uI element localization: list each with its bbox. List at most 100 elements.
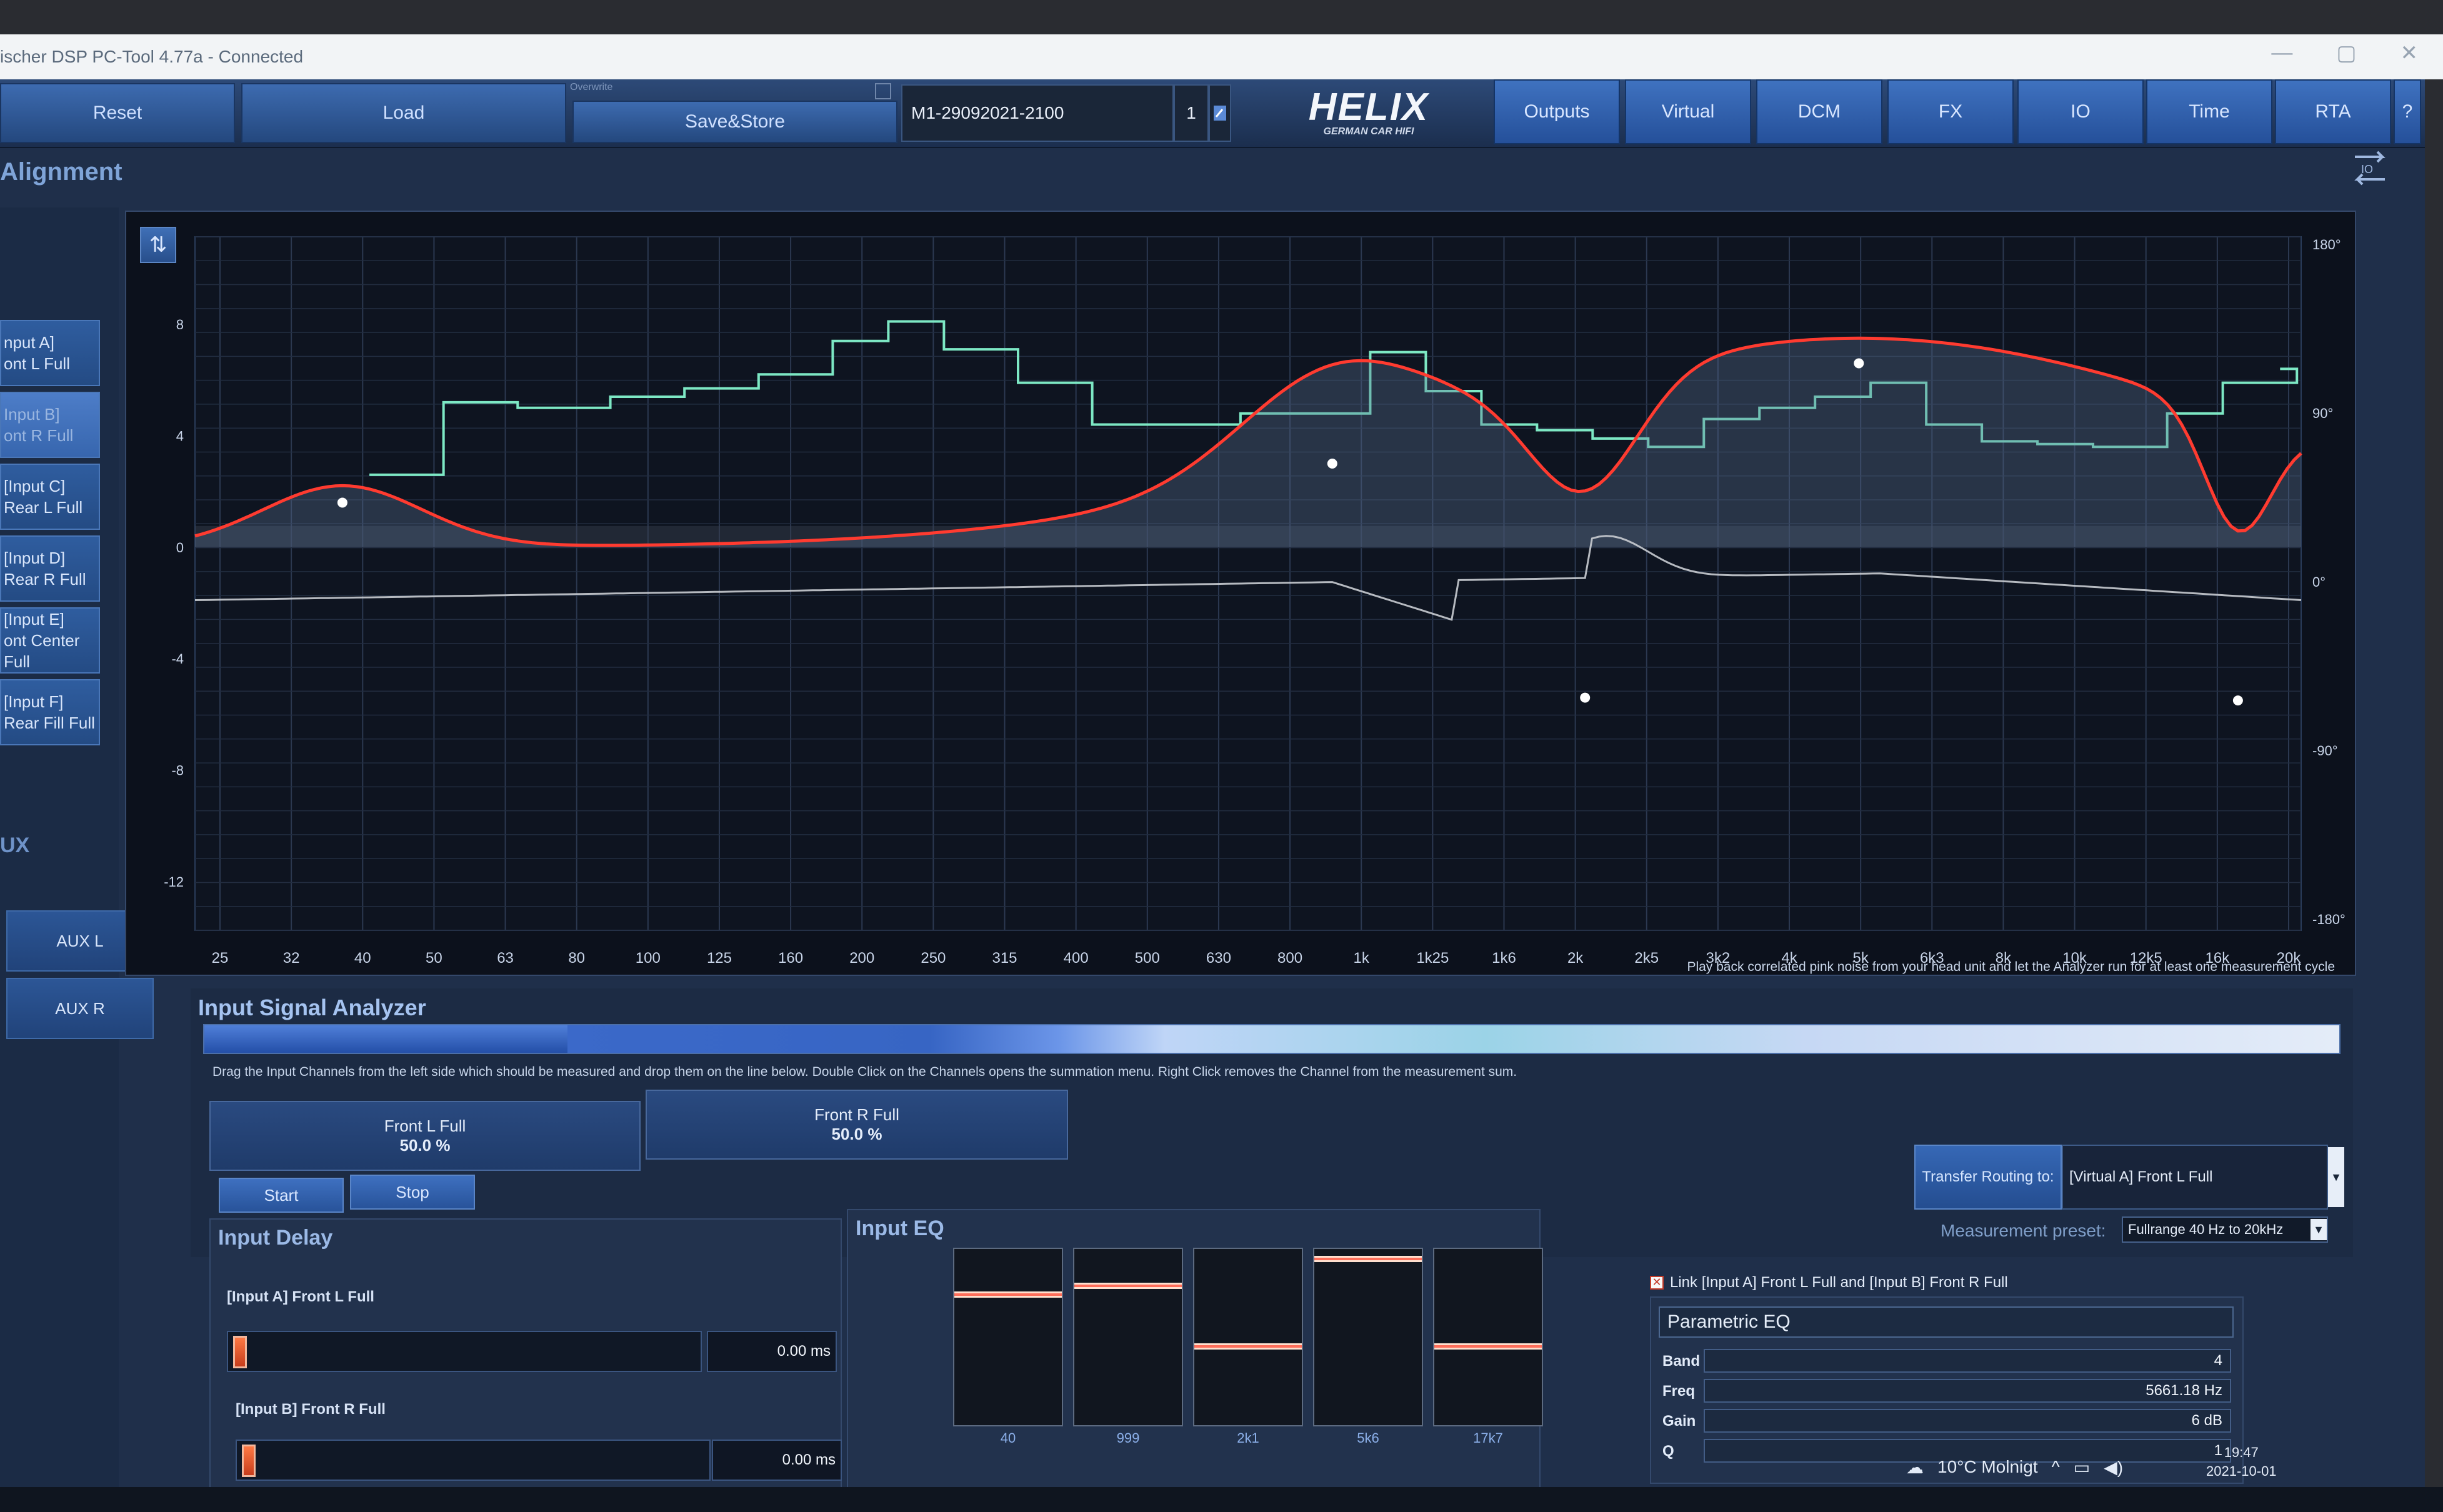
sidebar-input-e[interactable]: [Input E] ont Center Full (0, 607, 100, 674)
measurement-preset-select[interactable]: Fullrange 40 Hz to 20kHz (2122, 1216, 2328, 1243)
aux-header: UX (0, 833, 30, 857)
chevron-down-icon[interactable]: ▼ (2328, 1147, 2344, 1207)
help-button[interactable]: ? (2394, 79, 2421, 144)
input-b-name: Input B] (4, 405, 60, 424)
section-title: Alignment (0, 158, 122, 186)
nav-dcm[interactable]: DCM (1756, 79, 1882, 144)
delay-slider-input-b[interactable] (236, 1440, 711, 1481)
phase-tick-label: 180° (2312, 237, 2341, 252)
start-button[interactable]: Start (219, 1178, 344, 1213)
nav-outputs[interactable]: Outputs (1494, 79, 1620, 144)
x-tick-label: 800 (1277, 950, 1302, 967)
eq-band-fader[interactable] (1073, 1248, 1183, 1426)
eq-band-handle[interactable] (954, 1291, 1062, 1298)
y-tick-label: 8 (176, 317, 184, 332)
input-c-name: [Input C] (4, 477, 66, 495)
freq-label: Freq (1662, 1383, 1696, 1400)
measurement-preset-label: Measurement preset: (1941, 1221, 2106, 1240)
channel-name: Front L Full (384, 1117, 466, 1135)
freq-field[interactable]: 5661.18 Hz (1704, 1379, 2231, 1403)
sidebar-input-a[interactable]: nput A] ont L Full (0, 320, 100, 386)
nav-fx[interactable]: FX (1887, 79, 2014, 144)
logo-subtitle: GERMAN CAR HIFI (1323, 126, 1414, 137)
eq-band-handle[interactable] (1074, 1283, 1182, 1289)
analyzer-channel-front-r[interactable]: Front R Full 50.0 % (646, 1090, 1068, 1160)
input-f-name: [Input F] (4, 692, 64, 711)
input-delay-panel: Input Delay [Input A] Front L Full 0.00 … (209, 1218, 842, 1506)
minimize-icon[interactable]: — (2271, 41, 2292, 66)
input-e-channel: ont Center Full (4, 631, 80, 671)
nav-virtual[interactable]: Virtual (1625, 79, 1751, 144)
nav-time[interactable]: Time (2146, 79, 2272, 144)
window-titlebar: ischer DSP PC-Tool 4.77a - Connected — ▢… (0, 34, 2443, 79)
delay-value-input-a[interactable]: 0.00 ms (707, 1331, 837, 1372)
phase-tick-label: -90° (2312, 743, 2338, 758)
input-eq-panel: Input EQ 40 999 2k1 5k6 17k7 (847, 1209, 1543, 1506)
stop-button[interactable]: Stop (350, 1175, 475, 1210)
eq-band-fader[interactable] (953, 1248, 1063, 1426)
slider-thumb[interactable] (242, 1445, 256, 1477)
y-tick-label: -4 (171, 651, 184, 667)
slider-thumb[interactable] (233, 1336, 247, 1368)
x-tick-label: 80 (568, 950, 585, 967)
link-checkbox[interactable]: ✕ (1650, 1276, 1664, 1290)
delay-slider-input-a[interactable] (227, 1331, 702, 1372)
chevron-up-icon[interactable]: ^ (2052, 1457, 2060, 1477)
cloud-icon[interactable]: ☁ (1906, 1457, 1924, 1478)
network-icon[interactable]: ▭ (2074, 1457, 2090, 1478)
eq-band-handle[interactable] (1194, 1343, 1302, 1350)
io-routing-icon[interactable]: IO (2352, 149, 2387, 187)
x-tick-label: 1k25 (1416, 950, 1449, 967)
x-tick-label: 63 (497, 950, 514, 967)
overwrite-checkbox[interactable] (875, 83, 891, 99)
eq-band-handle[interactable] (1314, 1256, 1422, 1262)
eq-band-frequency: 999 (1116, 1430, 1140, 1446)
transfer-routing-button[interactable]: Transfer Routing to: (1914, 1145, 2062, 1210)
load-button[interactable]: Load (241, 83, 566, 143)
eq-band-fader[interactable] (1433, 1248, 1543, 1426)
maximize-icon[interactable]: ▢ (2336, 41, 2356, 66)
y-tick-label: -8 (171, 763, 184, 778)
nav-rta[interactable]: RTA (2275, 79, 2391, 144)
q-label: Q (1662, 1443, 1674, 1460)
delay-value-input-b[interactable]: 0.00 ms (712, 1440, 842, 1481)
y-tick-label: 0 (176, 540, 184, 555)
sidebar-input-f[interactable]: [Input F] Rear Fill Full (0, 679, 100, 745)
eq-mode-select[interactable]: Parametric EQ (1659, 1306, 2234, 1338)
eq-band-fader[interactable] (1193, 1248, 1303, 1426)
eq-band-point (337, 497, 347, 508)
graph-canvas[interactable]: 25 32 40 50 63 80 100 125 160 200 250 315 400 500 630 8… (126, 212, 2357, 977)
sidebar-aux-r[interactable]: AUX R (6, 978, 154, 1039)
x-tick-label: 25 (212, 950, 229, 967)
gain-field[interactable]: 6 dB (1704, 1409, 2231, 1433)
reset-button[interactable]: Reset (0, 83, 235, 143)
preset-name-field[interactable]: M1-29092021-2100 (901, 84, 1174, 142)
analyzer-channel-front-l[interactable]: Front L Full 50.0 % (209, 1101, 641, 1171)
x-tick-label: 2k5 (1634, 950, 1659, 967)
delay-label-input-a: [Input A] Front L Full (227, 1288, 374, 1305)
eq-band-handle[interactable] (1434, 1343, 1542, 1350)
gain-label: Gain (1662, 1413, 1696, 1430)
input-b-channel: ont R Full (4, 426, 74, 445)
input-f-channel: Rear Fill Full (4, 714, 95, 732)
volume-icon[interactable]: ◀) (2104, 1457, 2123, 1478)
link-channels-row[interactable]: ✕ Link [Input A] Front L Full and [Input… (1650, 1274, 2008, 1291)
close-icon[interactable]: ✕ (2401, 41, 2419, 66)
preset-edit-icon[interactable] (1209, 84, 1231, 142)
eq-band-fader[interactable] (1313, 1248, 1423, 1426)
chevron-down-icon[interactable]: ▼ (2311, 1219, 2327, 1240)
sidebar-input-c[interactable]: [Input C] Rear L Full (0, 464, 100, 530)
preset-slot-field[interactable]: 1 (1174, 84, 1209, 142)
taskbar (0, 1487, 2443, 1512)
taskbar-clock[interactable]: 19:47 2021-10-01 (2206, 1443, 2277, 1481)
nav-io[interactable]: IO (2017, 79, 2144, 144)
weather-text[interactable]: 10°C Molnigt (1937, 1457, 2038, 1477)
input-delay-title: Input Delay (218, 1226, 333, 1250)
sidebar-input-b[interactable]: Input B] ont R Full (0, 392, 100, 458)
graph-fit-icon[interactable]: ⇅ (140, 227, 176, 263)
band-field[interactable]: 4 (1704, 1349, 2231, 1373)
frequency-response-graph[interactable]: 25 32 40 50 63 80 100 125 160 200 250 315 400 500 630 8… (125, 211, 2356, 976)
sidebar-input-d[interactable]: [Input D] Rear R Full (0, 535, 100, 602)
transfer-routing-select[interactable]: [Virtual A] Front L Full (2062, 1145, 2328, 1210)
save-store-button[interactable]: Save&Store (572, 101, 897, 143)
